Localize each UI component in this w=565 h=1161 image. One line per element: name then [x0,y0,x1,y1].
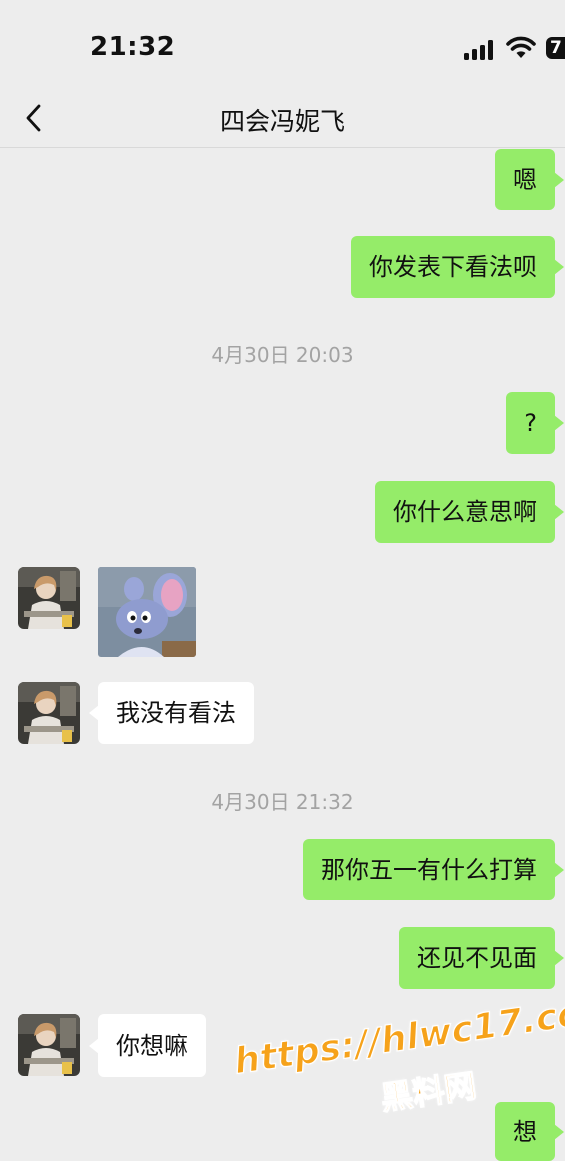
my-message-bubble[interactable]: 还见不见面 [399,927,564,989]
watermark-brand: 黑料网 [378,1066,480,1118]
my-message-bubble[interactable]: 你什么意思啊 [375,481,564,543]
my-message-bubble[interactable]: ? [506,392,564,454]
message-text: ? [524,409,537,437]
my-message-bubble[interactable]: 那你五一有什么打算 [303,839,564,900]
message-text: 你想嘛 [116,1031,188,1060]
contact-avatar[interactable] [18,682,80,744]
timestamp: 4月30日 21:32 [211,790,354,814]
cartoon-mouse-sticker[interactable] [98,567,196,657]
message-text: 想 [513,1117,537,1146]
timestamp: 4月30日 20:03 [211,343,354,367]
message-text: 那你五一有什么打算 [321,855,537,884]
signal-icon [464,40,494,60]
contact-avatar[interactable] [18,567,80,629]
status-bar: 21:32 7 [0,0,565,90]
my-message-bubble[interactable]: 你发表下看法呗 [351,236,564,298]
battery-icon: 7 [546,37,565,59]
contact-avatar[interactable] [18,1014,80,1076]
message-text: 你发表下看法呗 [369,253,537,281]
message-text: 还见不见面 [417,944,537,972]
my-message-bubble[interactable]: 嗯 [495,149,564,210]
wifi-icon [506,36,536,58]
contact-message-bubble[interactable]: 我没有看法 [89,682,254,744]
chat-title: 四会冯妮飞 [219,107,345,136]
message-text: 嗯 [513,165,537,194]
battery-level: 7 [550,38,562,58]
chat-header: 四会冯妮飞 [0,90,565,148]
contact-message-bubble[interactable]: 你想嘛 [89,1014,206,1077]
message-text: 我没有看法 [116,699,236,727]
status-time: 21:32 [90,32,176,62]
message-text: 你什么意思啊 [393,498,537,526]
